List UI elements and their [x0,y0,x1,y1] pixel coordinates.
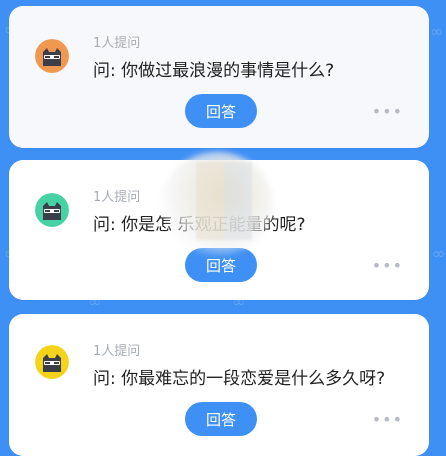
cat-avatar-icon [35,193,69,227]
asker-count: 1人提问 [93,344,141,359]
answer-button[interactable]: 回答 [185,94,257,128]
mosaic-overlay [196,162,252,240]
more-options-icon[interactable]: ••• [372,256,403,275]
more-options-icon[interactable]: ••• [372,410,403,429]
question-card[interactable]: 1人提问 问: 你做过最浪漫的事情是什么? 回答 ••• [9,6,429,148]
avatar [35,345,69,379]
avatar [35,193,69,227]
more-options-icon[interactable]: ••• [372,102,403,121]
background-doodle: ∞ [430,22,444,41]
question-card[interactable]: 1人提问 问: 你最难忘的一段恋爱是什么多久呀? 回答 ••• [9,314,429,456]
cat-avatar-icon [35,39,69,73]
asker-count: 1人提问 [93,190,141,205]
question-text: 问: 你做过最浪漫的事情是什么? [93,61,335,81]
asker-count: 1人提问 [93,36,141,51]
avatar [35,39,69,73]
cat-avatar-icon [35,345,69,379]
background-doodle: ∞ [432,244,446,263]
question-text: 问: 你最难忘的一段恋爱是什么多久呀? [93,369,386,389]
answer-button[interactable]: 回答 [185,402,257,436]
